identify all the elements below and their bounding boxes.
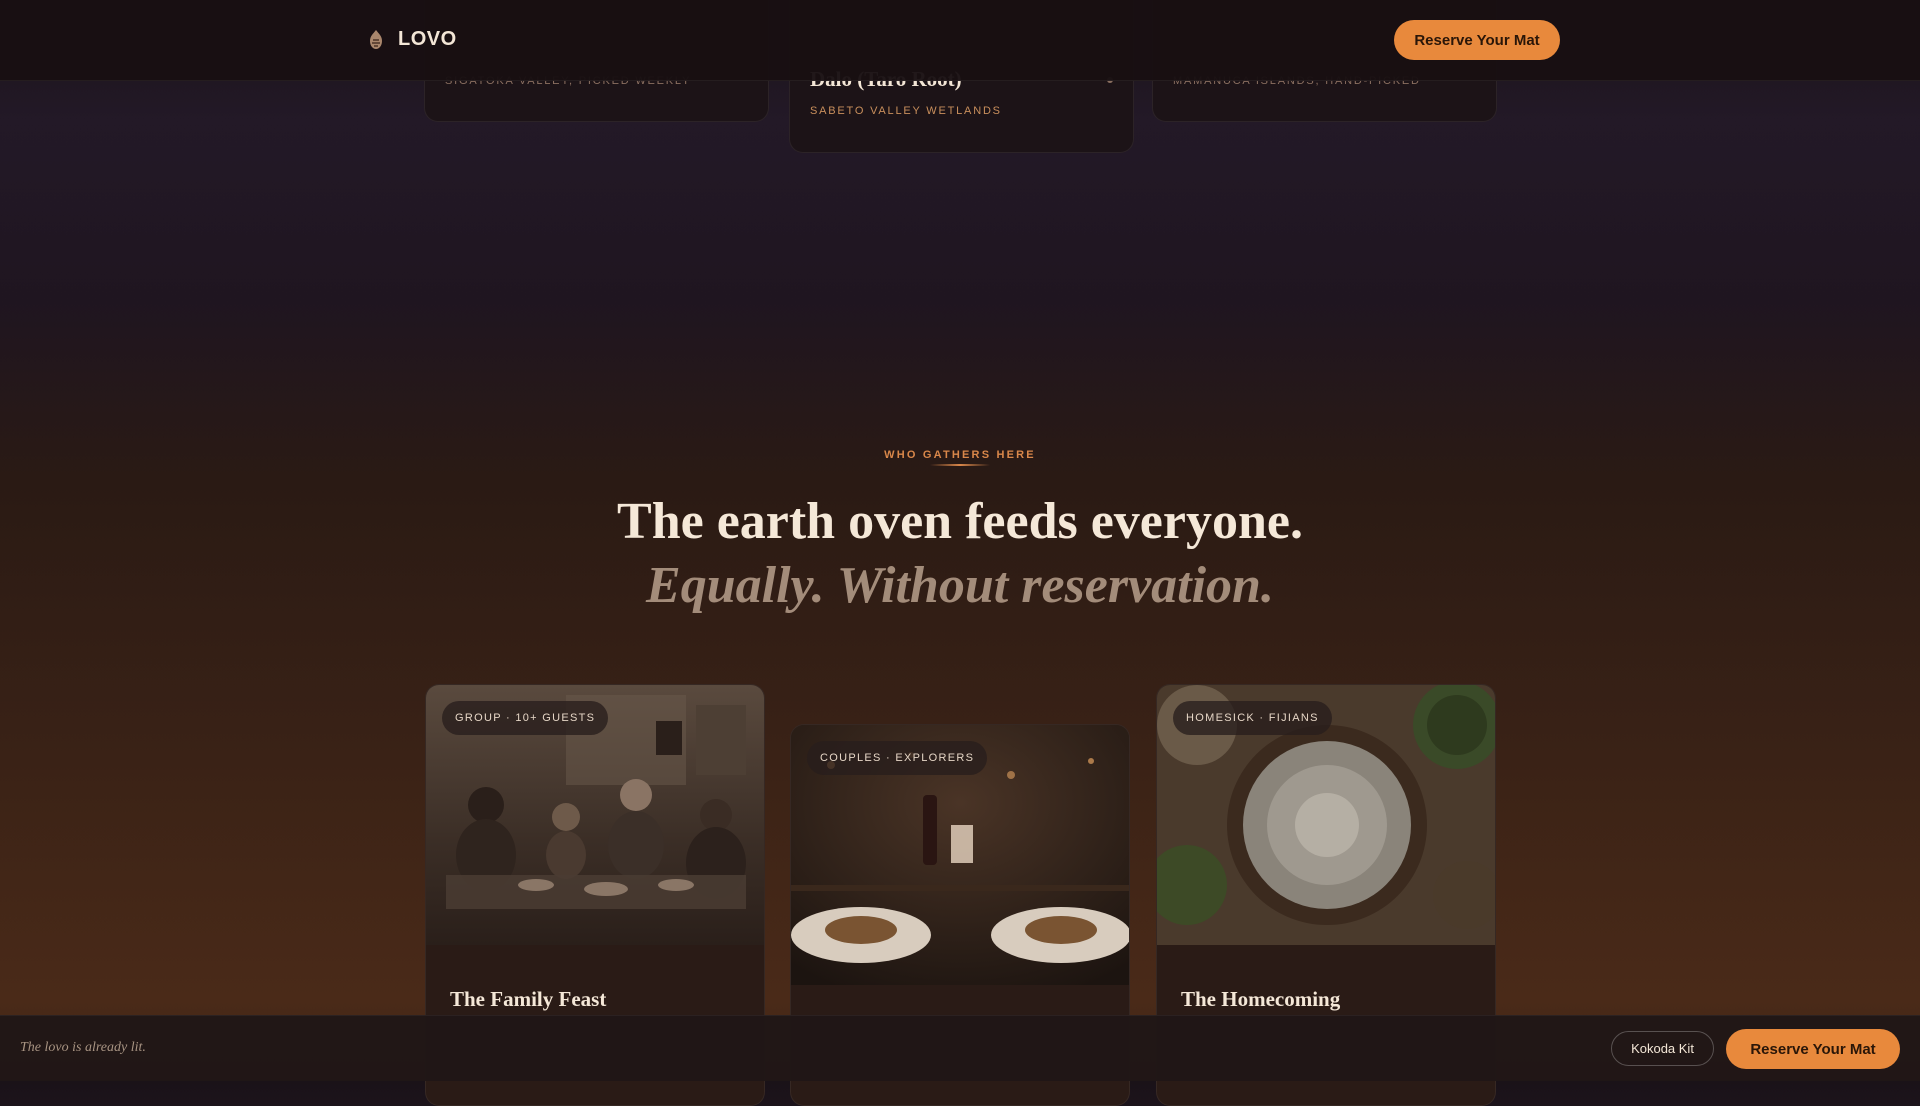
footer-tagline: The lovo is already lit. xyxy=(20,1040,146,1055)
eyebrow-divider xyxy=(930,464,990,466)
audience-tag: GROUP · 10+ GUESTS xyxy=(442,701,609,735)
section-headline: The earth oven feeds everyone. xyxy=(617,493,1303,550)
sticky-footer-bar: The lovo is already lit. Kokoda Kit Rese… xyxy=(0,1015,1920,1081)
card-title: The Homecoming xyxy=(1181,987,1341,1011)
brand[interactable]: LOVO xyxy=(366,28,457,51)
lovo-flame-icon xyxy=(370,29,382,49)
section-subline: Equally. Without reservation. xyxy=(646,557,1274,614)
card-title: The Family Feast xyxy=(450,987,607,1011)
produce-location: SABETO VALLEY WETLANDS xyxy=(810,105,1002,117)
kokoda-kit-button[interactable]: Kokoda Kit xyxy=(1611,1031,1714,1066)
brand-name: LOVO xyxy=(398,28,457,50)
reserve-mat-button[interactable]: Reserve Your Mat xyxy=(1726,1029,1900,1069)
audience-tag: COUPLES · EXPLORERS xyxy=(807,741,988,775)
section-eyebrow: WHO GATHERS HERE xyxy=(884,449,1036,461)
audience-tag: HOMESICK · FIJIANS xyxy=(1173,701,1332,735)
reserve-mat-button[interactable]: Reserve Your Mat xyxy=(1394,20,1560,60)
site-header: LOVO Reserve Your Mat xyxy=(0,0,1920,81)
